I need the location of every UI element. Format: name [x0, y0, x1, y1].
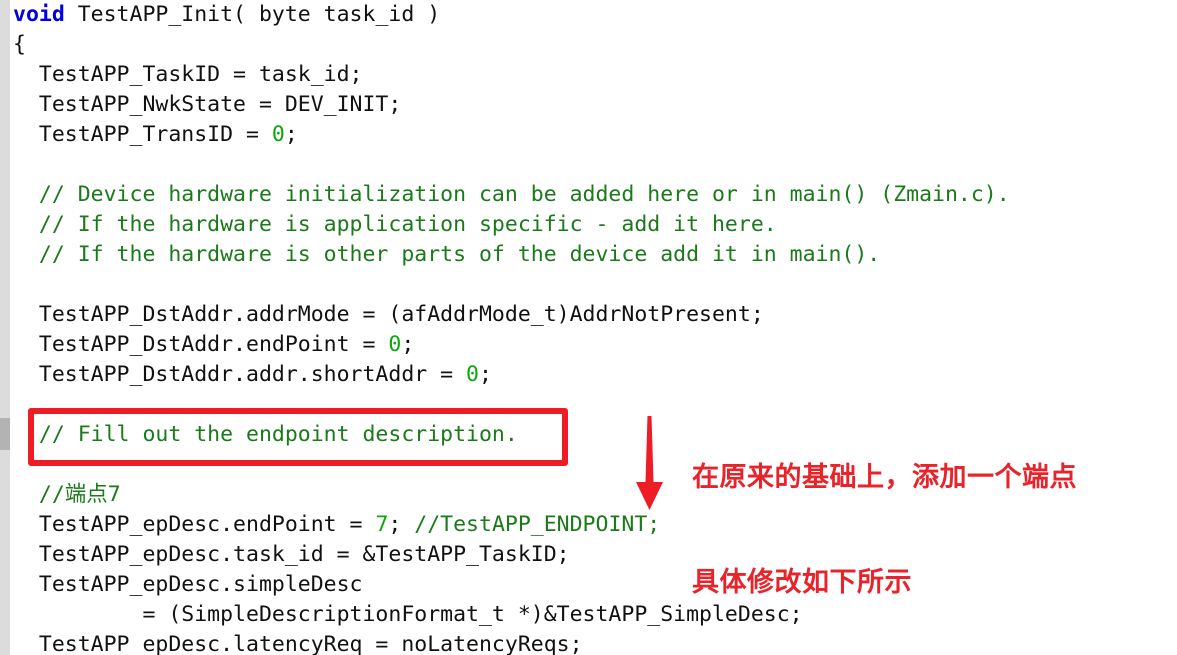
- code-token-plain: TestAPP_DstAddr.addrMode = (afAddrMode_t…: [13, 302, 764, 327]
- code-line[interactable]: TestAPP_NwkState = DEV_INIT;: [13, 90, 1173, 120]
- code-token-num: 0: [466, 362, 479, 387]
- code-line[interactable]: {: [13, 30, 1173, 60]
- code-token-plain: TestAPP_epDesc.task_id = &TestAPP_TaskID…: [13, 542, 570, 567]
- code-token-cmt: // Device hardware initialization can be…: [13, 182, 1010, 207]
- code-line[interactable]: [13, 150, 1173, 180]
- code-token-cmt: // If the hardware is other parts of the…: [13, 242, 881, 267]
- annotation-note: 在原来的基础上，添加一个端点 具体修改如下所示: [692, 390, 1077, 655]
- code-token-plain: TestAPP_TransID =: [13, 122, 272, 147]
- code-token-cmt: // Fill out the endpoint description.: [13, 422, 518, 447]
- code-line[interactable]: [13, 270, 1173, 300]
- code-token-cmt: //端点7: [13, 482, 121, 507]
- code-token-plain: = (SimpleDescriptionFormat_t *)&TestAPP_…: [13, 602, 803, 627]
- code-token-plain: TestAPP_TaskID = task_id;: [13, 62, 363, 87]
- code-line[interactable]: TestAPP_DstAddr.endPoint = 0;: [13, 330, 1173, 360]
- code-editor-screenshot: void TestAPP_Init( byte task_id ){ TestA…: [0, 0, 1177, 655]
- code-token-plain: TestAPP_epDesc.endPoint =: [13, 512, 376, 537]
- code-token-num: 0: [271, 122, 285, 147]
- code-token-num: 7: [375, 512, 389, 537]
- code-token-cmt: //TestAPP_ENDPOINT;: [414, 512, 661, 537]
- annotation-note-line-1: 在原来的基础上，添加一个端点: [692, 462, 1077, 493]
- code-token-plain: TestAPP_epDesc.latencyReq = noLatencyReq…: [13, 632, 583, 655]
- code-token-num: 0: [388, 332, 402, 357]
- code-token-plain: TestAPP_DstAddr.endPoint =: [13, 332, 389, 357]
- code-token-plain: ;: [479, 362, 492, 387]
- code-line[interactable]: // If the hardware is application specif…: [13, 210, 1173, 240]
- code-token-plain: ;: [284, 122, 298, 147]
- code-token-plain: {: [13, 32, 26, 57]
- code-token-cmt: // If the hardware is application specif…: [13, 212, 777, 237]
- code-token-plain: ;: [401, 332, 415, 357]
- editor-gutter[interactable]: [0, 0, 10, 655]
- code-line[interactable]: TestAPP_DstAddr.addr.shortAddr = 0;: [13, 360, 1173, 390]
- code-token-plain: TestAPP_DstAddr.addr.shortAddr =: [13, 362, 467, 387]
- changed-line-marker-icon: [0, 418, 10, 450]
- code-line[interactable]: void TestAPP_Init( byte task_id ): [13, 0, 1173, 30]
- annotation-note-line-2: 具体修改如下所示: [692, 567, 912, 598]
- code-line[interactable]: TestAPP_TransID = 0;: [13, 120, 1173, 150]
- code-line[interactable]: // Device hardware initialization can be…: [13, 180, 1173, 210]
- code-line[interactable]: TestAPP_DstAddr.addrMode = (afAddrMode_t…: [13, 300, 1173, 330]
- code-token-plain: TestAPP_Init( byte task_id ): [64, 2, 441, 27]
- code-token-plain: TestAPP_NwkState = DEV_INIT;: [13, 92, 402, 117]
- code-token-plain: TestAPP_epDesc.simpleDesc: [13, 572, 363, 597]
- code-token-kw: void: [13, 2, 65, 27]
- code-line[interactable]: TestAPP_TaskID = task_id;: [13, 60, 1173, 90]
- code-token-plain: ;: [388, 512, 415, 537]
- code-line[interactable]: // If the hardware is other parts of the…: [13, 240, 1173, 270]
